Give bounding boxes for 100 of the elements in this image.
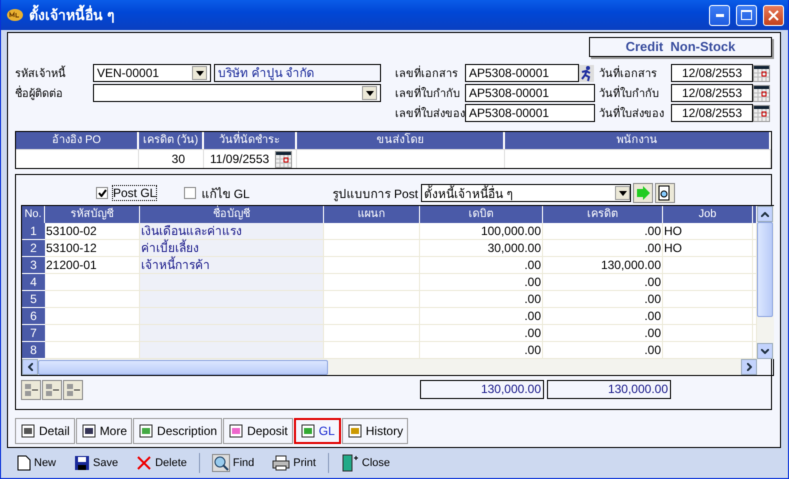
field-label: รหัสเจ้าหนี้ [15,64,93,82]
document-magnifier-icon[interactable] [655,183,676,203]
table-cell[interactable]: 30 [139,149,204,168]
table-cell: .00 [420,342,543,359]
field-label: รูปแบบการ Post [332,186,418,202]
scroll-down-icon[interactable] [761,348,769,354]
tab-icon [138,423,154,439]
vendor-code-combobox[interactable]: VEN-00001 [93,64,211,82]
checkbox[interactable] [96,187,108,199]
column-header: ขนส่งโดย [297,132,505,149]
field-label: วันที่เอกสาร [595,64,671,82]
table-cell: 130,000.00 [543,257,663,274]
field-label: เลขที่เอกสาร [395,64,465,82]
table-cell: .00 [420,291,543,308]
table-cell: 53100-02 [45,223,140,240]
minimize-icon [716,14,724,16]
row-action-icon[interactable] [21,380,41,400]
row-number: 4 [22,274,45,291]
column-header: พนักงาน [505,132,771,149]
maximize-button[interactable] [736,4,757,26]
calendar-icon[interactable] [753,64,770,82]
tab[interactable]: Deposit [223,418,293,444]
post-format-select[interactable]: ตั้งหนี้เจ้าหนี้อื่น ๆ [421,184,632,202]
table-cell[interactable] [505,149,771,168]
field-label: วันที่ใบส่งของ [595,104,671,122]
table-cell: 53100-12 [45,240,140,257]
vendor-name-field: บริษัท คำปูน จำกัด [214,64,381,82]
toolbar-button[interactable]: Find [206,451,260,475]
column-header: เครดิต (วัน) [139,132,204,149]
running-figure-icon[interactable] [579,64,594,82]
close-button[interactable] [763,4,784,26]
tab-icon [346,423,363,439]
tab-icon [20,423,36,439]
tab[interactable]: Detail [15,418,75,444]
column-header: แผนก [324,206,420,223]
column-header: Job [663,206,753,223]
app-logo-icon [7,9,23,21]
caret-icon [196,70,204,76]
date-field[interactable]: 12/08/2553 [671,104,753,122]
table-cell: HO [663,223,753,240]
table-cell[interactable]: 11/09/2553 [204,149,297,168]
table-cell: .00 [420,308,543,325]
delete-icon [136,455,152,471]
door-exit-icon [340,454,359,472]
tab[interactable]: History [342,418,408,444]
tab-icon [300,423,316,439]
table-cell: ค่าเบี้ยเลี้ยง [140,240,324,257]
scroll-left-icon[interactable] [28,363,32,371]
table-cell: .00 [543,274,663,291]
tab[interactable]: Description [133,418,222,444]
scroll-right-icon[interactable] [746,363,752,371]
document-number-field[interactable]: AP5308-00001 [465,104,595,122]
table-cell: เงินเดือนและค่าแรง [140,223,324,240]
toolbar-button[interactable]: Delete [130,451,193,475]
toolbar-button[interactable]: Print [266,451,322,475]
table-cell: .00 [420,325,543,342]
table-cell[interactable] [16,149,139,168]
table-cell: .00 [543,240,663,257]
date-field[interactable]: 12/08/2553 [671,84,753,102]
table-cell: .00 [543,308,663,325]
row-number: 8 [22,342,45,359]
toolbar-button[interactable]: Close [334,451,396,475]
caret-icon [618,190,627,196]
tab[interactable]: GL [294,418,341,444]
calendar-icon[interactable] [753,84,770,102]
toolbar-button[interactable]: New [11,451,62,475]
minimize-button[interactable] [709,4,730,26]
calendar-icon[interactable] [275,150,292,168]
caret-icon [366,90,374,96]
column-header: เดบิต [420,206,543,223]
table-cell: เจ้าหนี้การค้า [140,257,324,274]
blank-page-icon [17,455,31,471]
checkbox[interactable] [184,187,196,199]
column-header: No. [22,206,45,223]
table-cell: .00 [543,291,663,308]
tab-icon [228,423,244,439]
checkbox-label: แก้ไข GL [201,186,250,202]
document-number-field[interactable]: AP5308-00001 [465,84,595,102]
table-cell: 100,000.00 [420,223,543,240]
column-header: อ้างอิง PO [16,132,139,149]
table-cell: 30,000.00 [420,240,543,257]
table-cell: .00 [420,274,543,291]
row-number: 3 [22,257,45,274]
row-number: 1 [22,223,45,240]
row-action-icon[interactable] [42,380,62,400]
document-number-field[interactable]: AP5308-00001 [465,64,579,82]
date-field[interactable]: 12/08/2553 [671,64,753,82]
table-cell[interactable] [297,149,505,168]
row-number: 2 [22,240,45,257]
calendar-icon[interactable] [753,104,770,122]
contact-combobox[interactable] [93,84,381,102]
row-action-icon[interactable] [63,380,83,400]
horizontal-scrollbar[interactable] [22,359,757,375]
vertical-scrollbar[interactable] [757,206,774,359]
table-cell: 21200-01 [45,257,140,274]
toolbar-button[interactable]: Save [68,451,124,475]
tab[interactable]: More [76,418,132,444]
field-label: วันที่ใบกำกับ [595,84,671,102]
scroll-up-icon[interactable] [761,212,769,216]
document-type-label: Credit Non-Stock [589,37,772,57]
